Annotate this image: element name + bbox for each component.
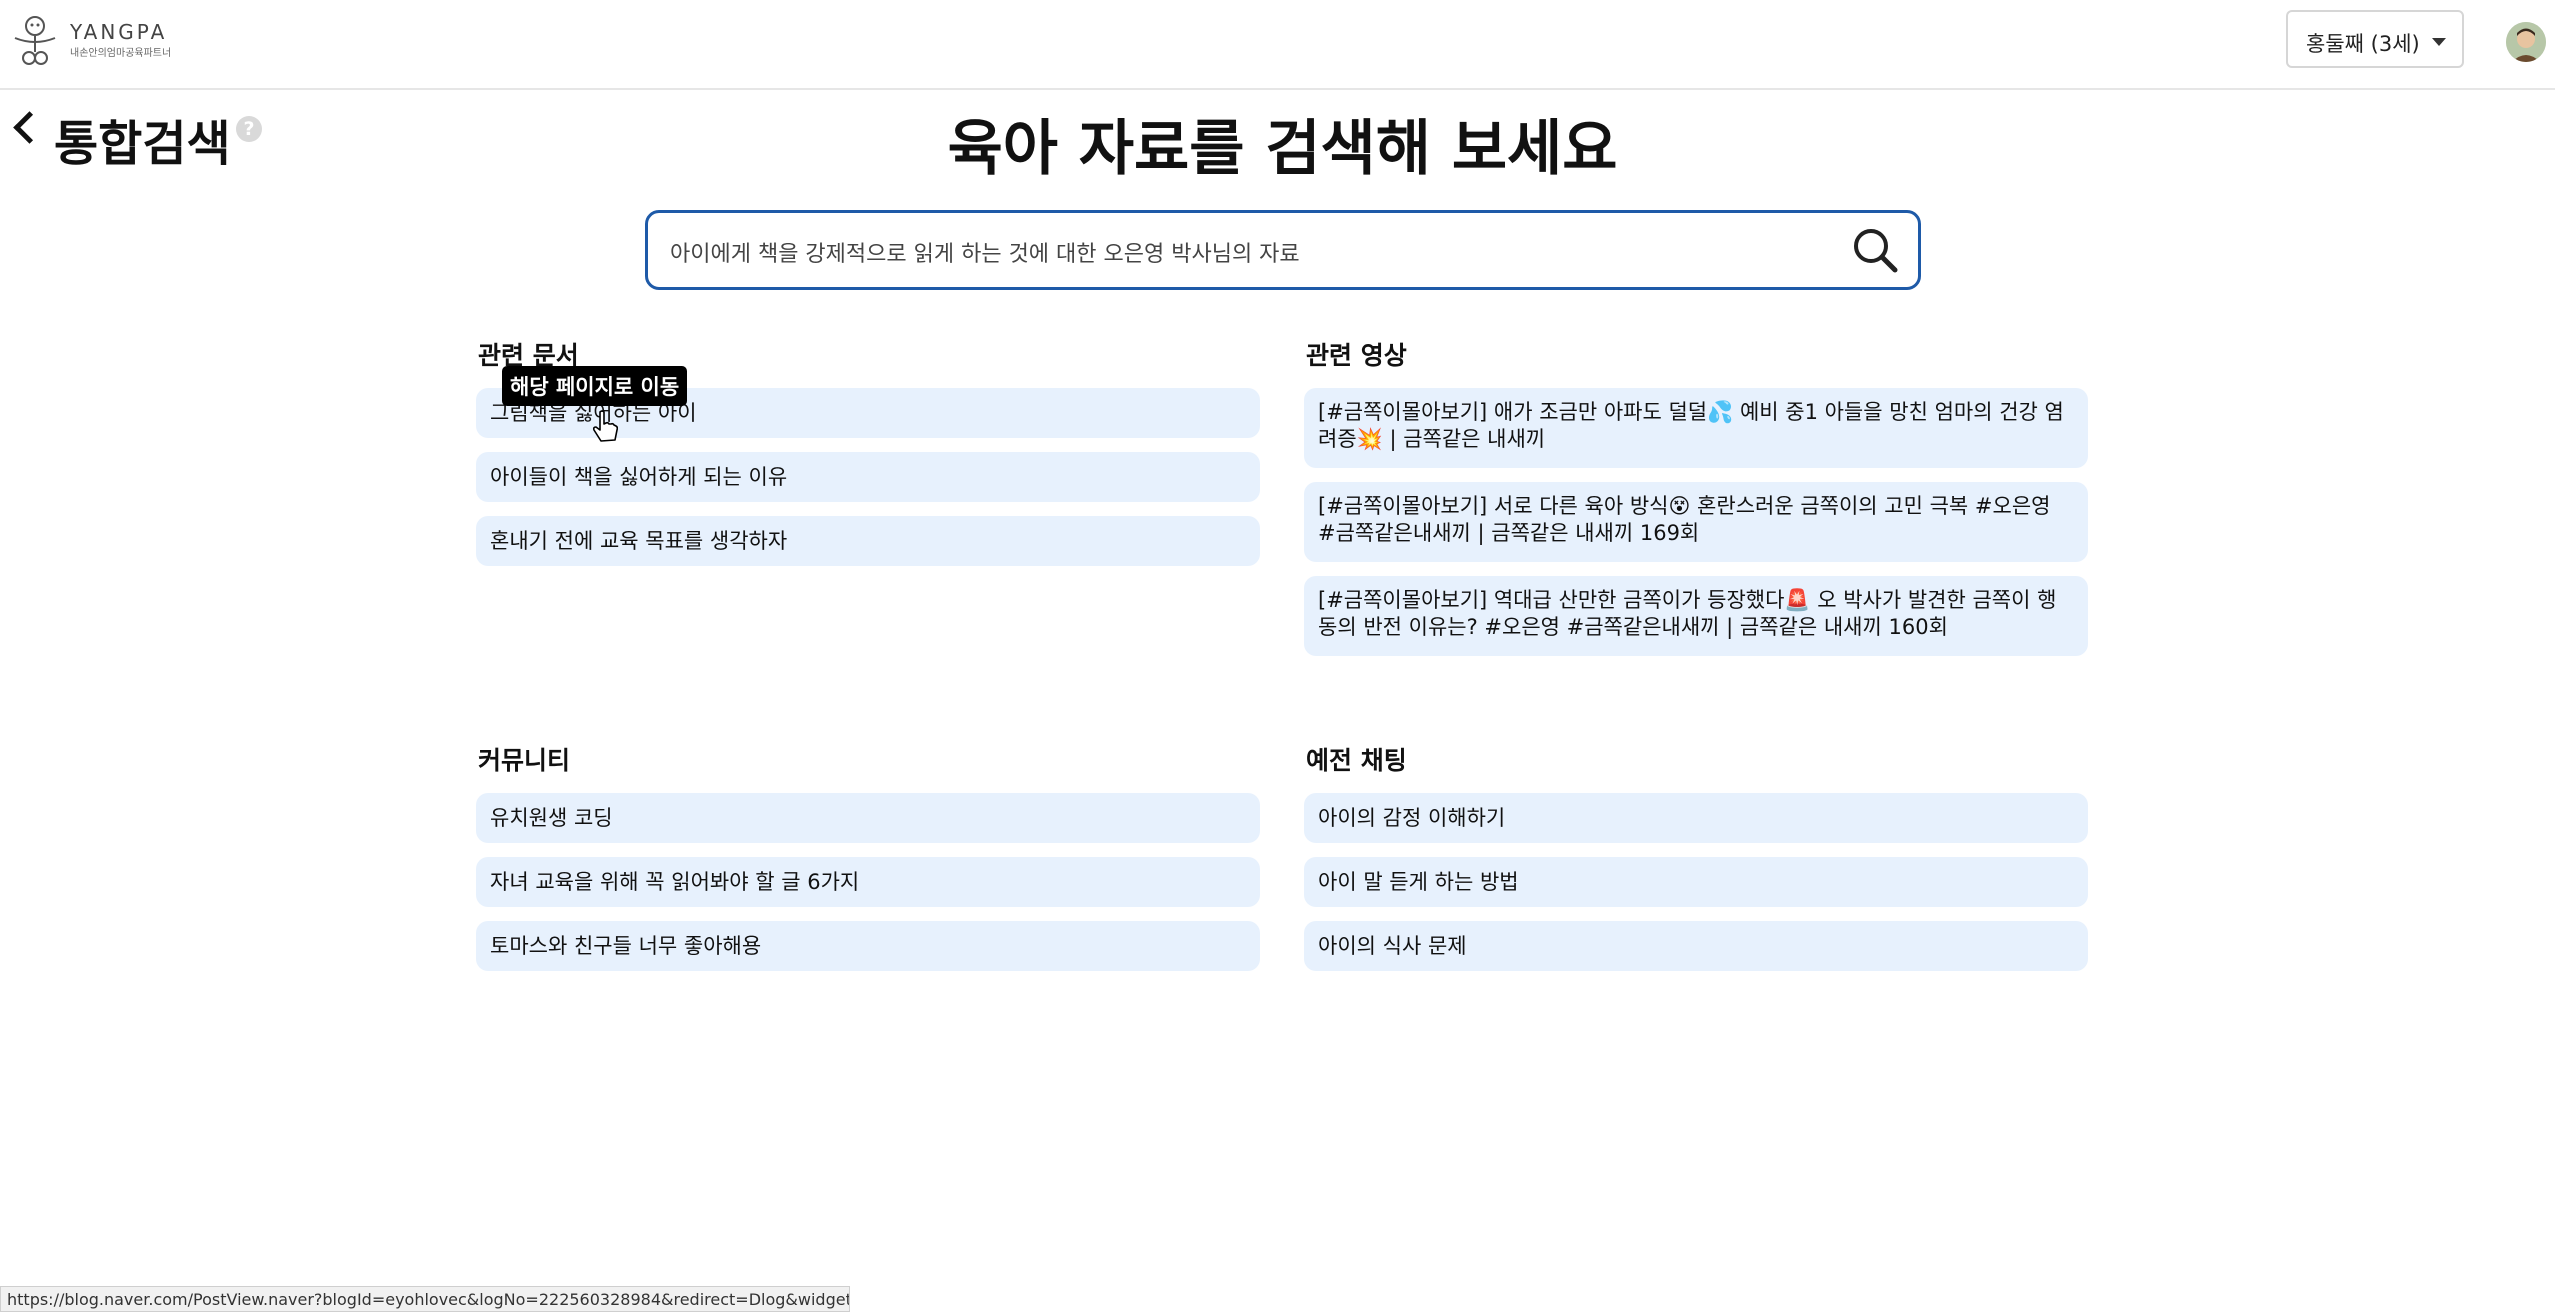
community-item[interactable]: 유치원생 코딩 [476, 793, 1260, 843]
chat-item[interactable]: 아이의 식사 문제 [1304, 921, 2088, 971]
status-bar-url: https://blog.naver.com/PostView.naver?bl… [0, 1286, 850, 1312]
video-item[interactable]: [#금쪽이몰아보기] 역대급 산만한 금쪽이가 등장했다🚨 오 박사가 발견한 … [1304, 576, 2088, 656]
community-item[interactable]: 자녀 교육을 위해 꼭 읽어봐야 할 글 6가지 [476, 857, 1260, 907]
chat-item[interactable]: 아이 말 듣게 하는 방법 [1304, 857, 2088, 907]
caret-down-icon [2432, 38, 2446, 46]
user-avatar-icon [2506, 22, 2546, 62]
chats-list: 아이의 감정 이해하기 아이 말 듣게 하는 방법 아이의 식사 문제 [1304, 793, 2088, 985]
doc-item[interactable]: 혼내기 전에 교육 목표를 생각하자 [476, 516, 1260, 566]
chat-item[interactable]: 아이의 감정 이해하기 [1304, 793, 2088, 843]
main-heading: 육아 자료를 검색해 보세요 [947, 114, 1618, 184]
search-icon[interactable] [1850, 225, 1900, 275]
community-item[interactable]: 토마스와 친구들 너무 좋아해용 [476, 921, 1260, 971]
search-input[interactable] [668, 229, 1792, 275]
logo-mark-icon [14, 16, 56, 65]
video-item[interactable]: [#금쪽이몰아보기] 서로 다른 육아 방식😵 혼란스러운 금쪽이의 고민 극복… [1304, 482, 2088, 562]
section-title-chats: 예전 채팅 [1306, 746, 1407, 775]
yangpa-logo[interactable]: YANGPA 내손안의엄마공육파트너 [10, 12, 180, 68]
hand-cursor-icon [592, 410, 618, 442]
tooltip: 해당 페이지로 이동 [502, 366, 688, 406]
search-box [645, 210, 1921, 290]
top-header: YANGPA 내손안의엄마공육파트너 홍둘째 (3세) [0, 0, 2555, 90]
section-title-videos: 관련 영상 [1306, 341, 1407, 370]
video-item[interactable]: [#금쪽이몰아보기] 애가 조금만 아파도 덜덜💦 예비 중1 아들을 망친 엄… [1304, 388, 2088, 468]
logo-subtitle: 내손안의엄마공육파트너 [70, 48, 172, 59]
section-title-community: 커뮤니티 [478, 746, 571, 775]
doc-item[interactable]: 아이들이 책을 싫어하게 되는 이유 [476, 452, 1260, 502]
community-list: 유치원생 코딩 자녀 교육을 위해 꼭 읽어봐야 할 글 6가지 토마스와 친구… [476, 793, 1260, 985]
videos-list: [#금쪽이몰아보기] 애가 조금만 아파도 덜덜💦 예비 중1 아들을 망친 엄… [1304, 388, 2088, 670]
logo-name: YANGPA [70, 20, 168, 44]
avatar[interactable] [2506, 22, 2546, 62]
child-select-dropdown[interactable]: 홍둘째 (3세) [2286, 10, 2464, 68]
child-select-value: 홍둘째 (3세) [2306, 32, 2420, 56]
